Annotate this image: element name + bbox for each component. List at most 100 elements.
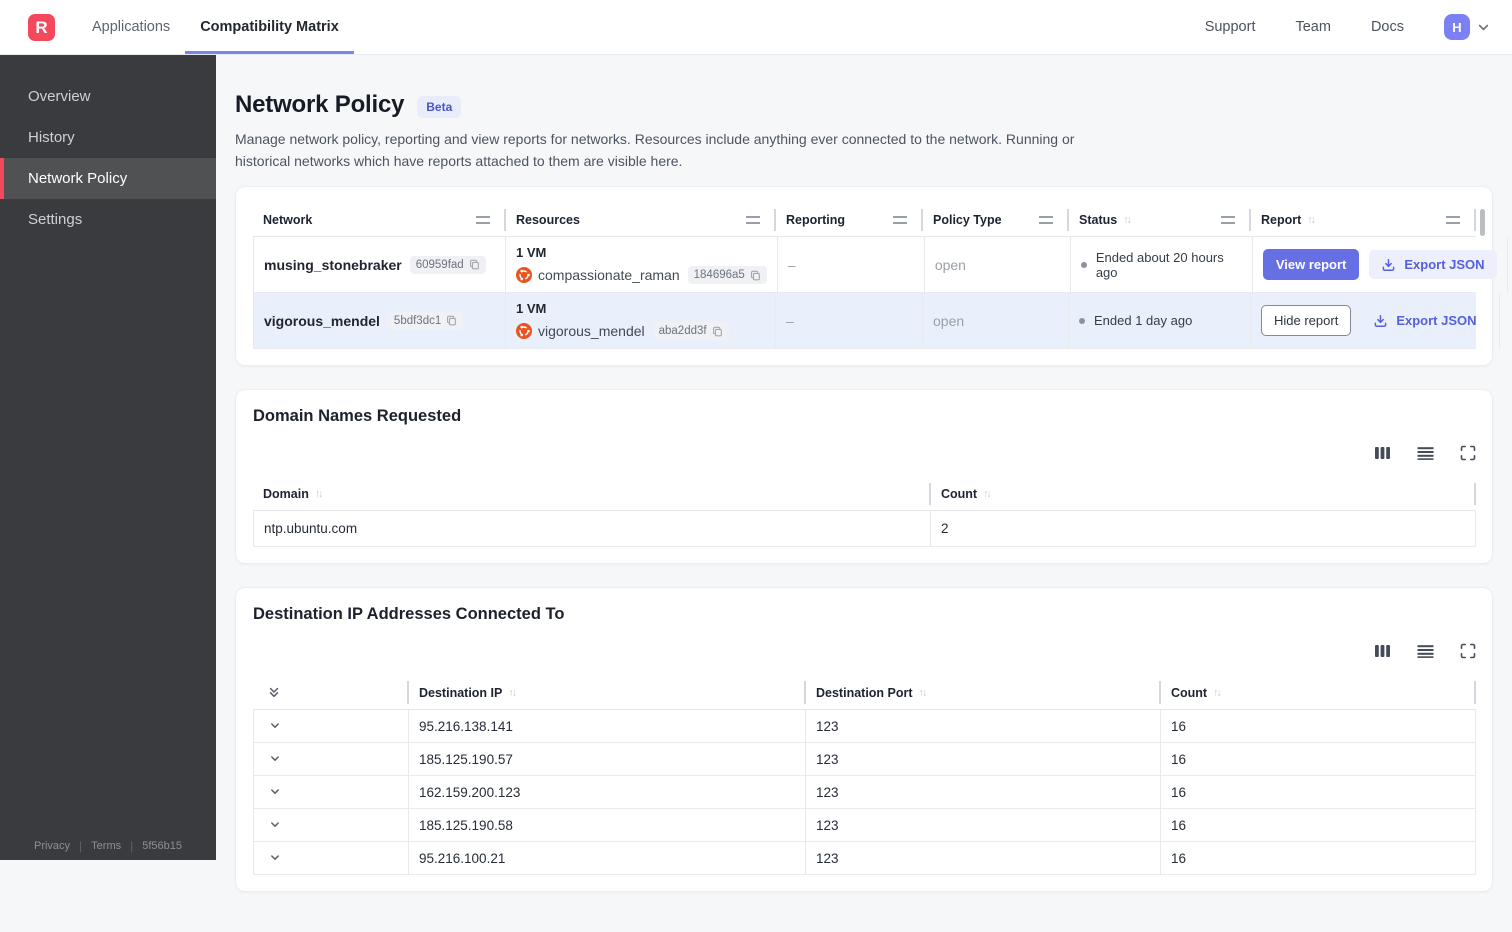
column-header-domain-label: Domain [263,487,309,501]
destinations-card-toolbar [253,643,1476,659]
docs-link[interactable]: Docs [1371,19,1404,35]
column-header-network[interactable]: Network [253,204,506,236]
column-resize-handle-icon[interactable] [1221,216,1235,224]
main-content: Network Policy Beta Manage network polic… [216,55,1512,932]
destination-table-row[interactable]: 95.216.100.21 123 16 [253,842,1476,875]
sidebar-item-history[interactable]: History [0,117,216,158]
footer-divider: | [79,839,82,853]
fullscreen-icon[interactable] [1460,643,1476,659]
network-id: 60959fad [416,259,464,271]
columns-view-icon[interactable] [1374,643,1391,659]
rows-view-icon[interactable] [1417,445,1434,461]
destination-port-cell: 123 [806,710,1161,742]
avatar[interactable]: H [1444,14,1470,40]
tab-applications-label: Applications [92,19,170,35]
table-scrollbar-thumb[interactable] [1480,209,1485,236]
network-table-row[interactable]: vigorous_mendel 5bdf3dc1 1 VM vigorous_m… [253,293,1476,349]
copy-icon[interactable] [712,326,723,337]
destination-table-row[interactable]: 185.125.190.57 123 16 [253,743,1476,776]
column-header-reporting[interactable]: Reporting [776,204,923,236]
fullscreen-icon[interactable] [1460,445,1476,461]
copy-icon[interactable] [446,315,457,326]
rows-view-icon[interactable] [1417,643,1434,659]
sidebar-item-network-policy[interactable]: Network Policy [0,158,216,199]
sort-icon[interactable]: ↑↓ [508,687,517,699]
chevron-down-icon[interactable] [268,851,282,865]
sort-icon[interactable]: ↑↓ [1213,687,1222,699]
build-id: 5f56b15 [142,840,182,852]
column-header-domain[interactable]: Domain ↑↓ [253,478,931,510]
export-json-button[interactable]: Export JSON [1369,250,1496,279]
sidebar-item-overview-label: Overview [28,88,91,105]
beta-badge: Beta [417,96,461,118]
sort-icon[interactable]: ↑↓ [919,687,928,699]
destination-ip-cell: 95.216.138.141 [409,710,806,742]
sidebar-item-settings[interactable]: Settings [0,199,216,240]
terms-link[interactable]: Terms [91,840,121,852]
tab-applications[interactable]: Applications [77,0,185,54]
sort-icon[interactable]: ↑↓ [1123,214,1132,226]
sort-icon[interactable]: ↑↓ [983,488,992,500]
column-resize-handle-icon[interactable] [1446,216,1460,224]
reporting-cell: – [776,293,923,348]
destination-table-row[interactable]: 185.125.190.58 123 16 [253,809,1476,842]
chevron-down-icon[interactable] [1477,21,1490,34]
columns-view-icon[interactable] [1374,445,1391,461]
column-header-report[interactable]: Report ↑↓ [1251,204,1476,236]
domains-card: Domain Names Requested Domain ↑↓ Count ↑… [235,389,1493,564]
column-header-count-label: Count [941,487,977,501]
reporting-value: – [788,257,796,273]
expand-all-header[interactable] [253,676,409,709]
page-header: Network Policy Beta Manage network polic… [235,55,1493,172]
destination-table-row[interactable]: 162.159.200.123 123 16 [253,776,1476,809]
support-link[interactable]: Support [1205,19,1256,35]
sort-icon[interactable]: ↑↓ [1307,214,1316,226]
column-resize-handle-icon[interactable] [476,216,490,224]
app-logo[interactable]: R [28,14,55,41]
column-header-policy-type[interactable]: Policy Type [923,204,1069,236]
network-table-row[interactable]: musing_stonebraker 60959fad 1 VM compass… [253,237,1476,293]
tab-compatibility-matrix[interactable]: Compatibility Matrix [185,0,354,54]
copy-icon[interactable] [469,259,480,270]
column-header-destination-port[interactable]: Destination Port ↑↓ [806,676,1161,709]
column-resize-handle-icon[interactable] [893,216,907,224]
column-header-count[interactable]: Count ↑↓ [1161,676,1476,709]
chevron-down-icon[interactable] [268,752,282,766]
page-title: Network Policy [235,91,404,119]
sort-icon[interactable]: ↑↓ [315,488,324,500]
column-resize-handle-icon[interactable] [1039,216,1053,224]
column-header-status[interactable]: Status ↑↓ [1069,204,1251,236]
user-menu[interactable]: H [1444,14,1490,40]
double-chevron-down-icon[interactable] [267,685,281,700]
column-resize-handle-icon[interactable] [746,216,760,224]
vm-count: 1 VM [516,301,546,316]
chevron-down-icon[interactable] [268,785,282,799]
top-nav: R Applications Compatibility Matrix Supp… [0,0,1512,55]
chevron-down-icon[interactable] [268,719,282,733]
status-dot [1079,318,1085,324]
column-header-resources[interactable]: Resources [506,204,776,236]
primary-tabs: Applications Compatibility Matrix [77,0,354,54]
policy-type-cell: open [923,293,1069,348]
destination-port-cell: 123 [806,842,1161,874]
hide-report-button[interactable]: Hide report [1261,305,1351,336]
expand-cell [253,809,409,841]
export-json-button[interactable]: Export JSON [1361,306,1488,335]
view-report-button[interactable]: View report [1263,249,1360,280]
team-link[interactable]: Team [1295,19,1330,35]
destination-table-row[interactable]: 95.216.138.141 123 16 [253,710,1476,743]
domain-table-row[interactable]: ntp.ubuntu.com 2 [253,511,1476,547]
destination-ip-cell: 185.125.190.57 [409,743,806,775]
network-id: 5bdf3dc1 [394,315,441,327]
column-header-destination-ip[interactable]: Destination IP ↑↓ [409,676,806,709]
vm-id: 184696a5 [694,269,745,281]
copy-icon[interactable] [750,270,761,281]
column-header-destination-ip-label: Destination IP [419,686,502,700]
column-header-count[interactable]: Count ↑↓ [931,478,1476,510]
sidebar-item-overview[interactable]: Overview [0,76,216,117]
privacy-link[interactable]: Privacy [34,840,70,852]
expand-cell [253,842,409,874]
column-header-network-label: Network [263,213,312,227]
network-cell: vigorous_mendel 5bdf3dc1 [253,293,506,348]
chevron-down-icon[interactable] [268,818,282,832]
